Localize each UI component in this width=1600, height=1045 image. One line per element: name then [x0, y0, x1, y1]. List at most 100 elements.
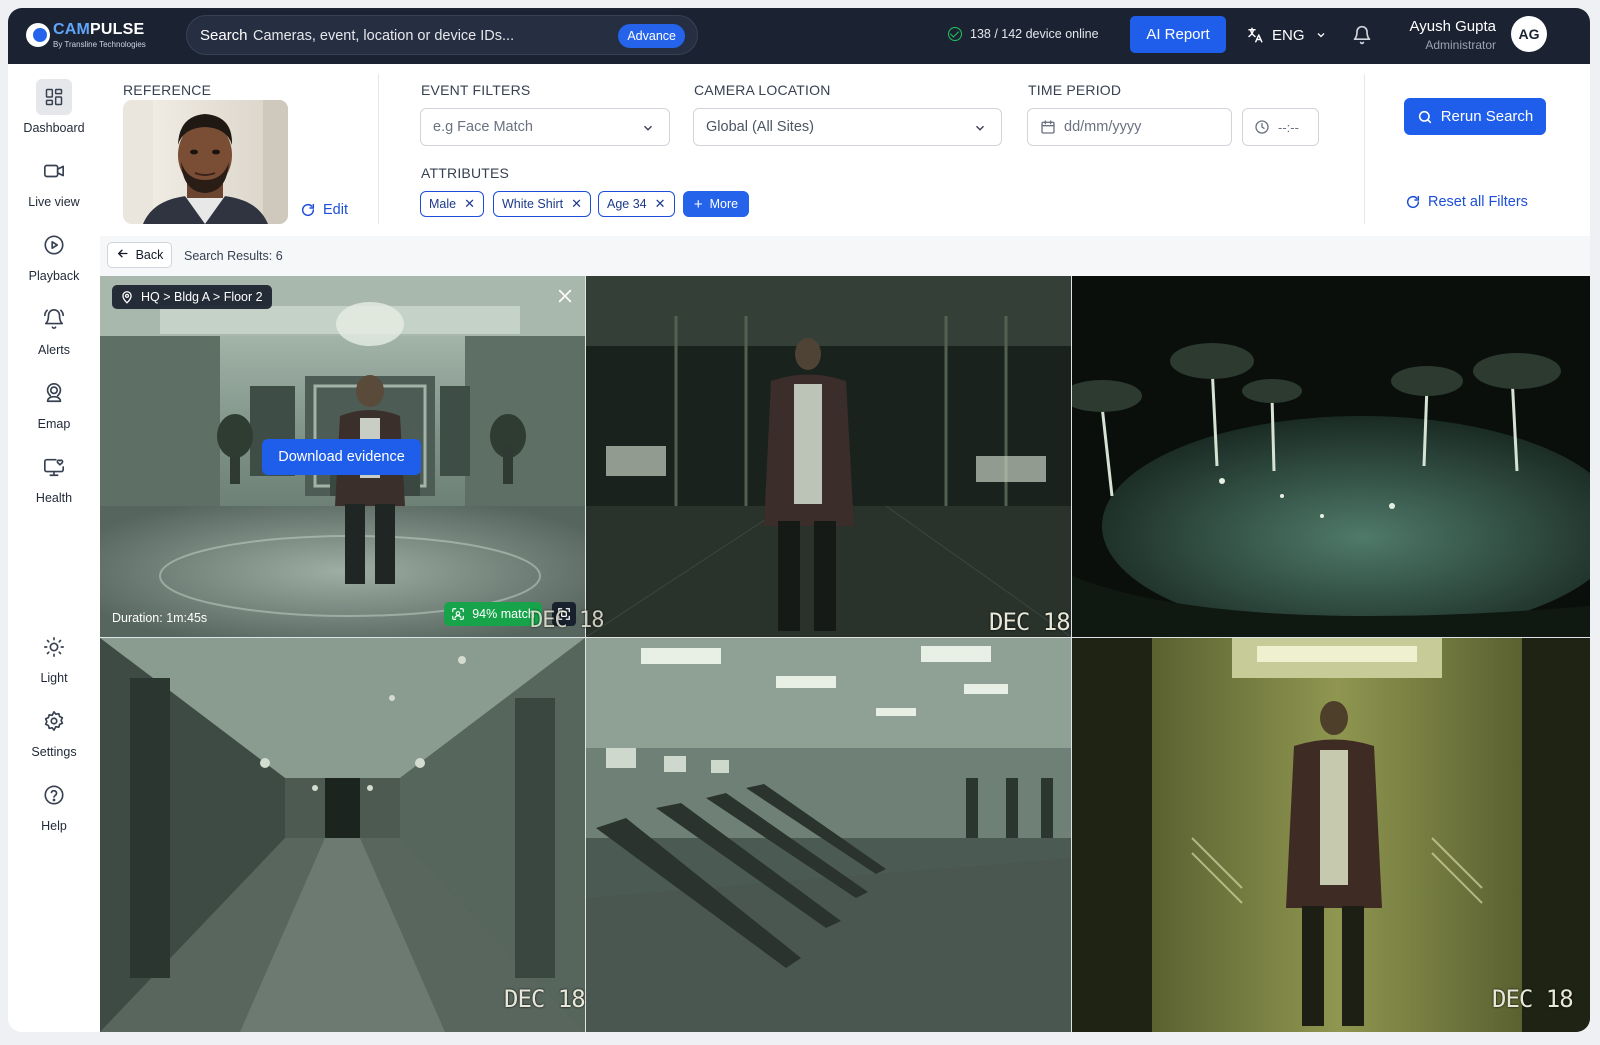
avatar[interactable]: AG — [1511, 16, 1547, 52]
plus-icon: + — [693, 195, 703, 213]
sidebar-item-light[interactable]: Light — [8, 629, 100, 685]
edit-reference-link[interactable]: Edit — [300, 202, 348, 218]
sidebar-item-label: Light — [40, 671, 68, 685]
sidebar-item-emap[interactable]: Emap — [8, 375, 100, 431]
user-role: Administrator — [1425, 38, 1496, 52]
results-bar: Back Search Results: 6 — [100, 236, 1590, 276]
date-stamp: DEC 18 — [989, 608, 1071, 636]
reference-label: REFERENCE — [123, 82, 212, 98]
chip-label: Male — [429, 197, 457, 211]
sidebar-item-label: Settings — [31, 745, 77, 759]
sun-icon — [36, 629, 72, 665]
more-attributes-button[interactable]: + More — [683, 191, 749, 217]
arrow-left-icon — [116, 247, 129, 263]
sidebar-item-playback[interactable]: Playback — [8, 227, 100, 283]
result-card[interactable]: DEC 18 — [100, 638, 585, 1032]
result-card[interactable]: HQ > Bldg A > Floor 2 Download evidence … — [100, 276, 585, 637]
sidebar-item-help[interactable]: Help — [8, 777, 100, 833]
chip-label: Age 34 — [607, 197, 647, 211]
sidebar: Dashboard Live view Playback Alerts Emap — [8, 64, 100, 1032]
search-icon — [1418, 110, 1431, 123]
gym-scene-image — [586, 638, 1071, 1032]
user-info[interactable]: Ayush Gupta Administrator — [1408, 18, 1496, 52]
close-icon[interactable] — [557, 288, 573, 304]
sidebar-item-label: Playback — [28, 269, 80, 283]
calendar-icon — [1041, 120, 1055, 134]
user-name: Ayush Gupta — [1409, 18, 1496, 35]
date-stamp: DEC 18 — [504, 985, 585, 1013]
device-status: 138 / 142 device online — [948, 27, 1099, 41]
restaurant-scene-image — [586, 276, 1071, 637]
camera-location-tag: HQ > Bldg A > Floor 2 — [112, 285, 272, 309]
language-label: ENG — [1272, 26, 1305, 44]
camera-location-text: HQ > Bldg A > Floor 2 — [141, 290, 263, 304]
remove-chip-icon[interactable]: ✕ — [571, 196, 582, 212]
event-filters-select[interactable]: e.g Face Match — [420, 108, 670, 146]
monitor-health-icon — [36, 449, 72, 485]
chevron-down-icon — [644, 125, 652, 131]
results-grid: HQ > Bldg A > Floor 2 Download evidence … — [100, 276, 1590, 1032]
download-evidence-button[interactable]: Download evidence — [262, 439, 421, 475]
time-input[interactable]: --:-- — [1242, 108, 1319, 146]
sidebar-item-live-view[interactable]: Live view — [8, 153, 100, 209]
sidebar-item-label: Alerts — [38, 343, 70, 357]
more-label: More — [709, 197, 739, 211]
corridor-scene-image — [100, 638, 585, 1032]
translate-icon — [1248, 27, 1263, 43]
search-label: Search — [200, 27, 248, 44]
date-stamp: DEC 18 — [1492, 985, 1574, 1013]
edit-label: Edit — [323, 202, 348, 218]
date-stamp: DEC 18 — [530, 608, 604, 633]
face-scan-icon — [452, 608, 465, 620]
time-placeholder: --:-- — [1278, 119, 1299, 135]
chevron-down-icon — [1317, 33, 1324, 38]
search-input[interactable] — [253, 25, 603, 47]
remove-chip-icon[interactable]: ✕ — [464, 196, 475, 212]
rerun-search-button[interactable]: Rerun Search — [1404, 98, 1546, 135]
bell-icon — [36, 301, 72, 337]
map-pin-icon — [122, 291, 132, 304]
global-search: Search Advance — [186, 15, 698, 55]
sidebar-item-label: Health — [35, 491, 73, 505]
help-circle-icon — [36, 777, 72, 813]
remove-chip-icon[interactable]: ✕ — [655, 196, 666, 212]
sidebar-item-health[interactable]: Health — [8, 449, 100, 505]
date-placeholder: dd/mm/yyyy — [1064, 119, 1142, 135]
divider — [378, 74, 379, 224]
sidebar-item-label: Help — [41, 819, 67, 833]
advance-search-button[interactable]: Advance — [618, 24, 685, 48]
reference-photo[interactable] — [123, 100, 288, 224]
ai-report-button[interactable]: AI Report — [1130, 16, 1226, 53]
match-text: 94% match — [472, 607, 535, 621]
attribute-chip-age: Age 34 ✕ — [598, 191, 675, 217]
attribute-chip-male: Male ✕ — [420, 191, 484, 217]
result-card[interactable]: DEC 18 — [1072, 638, 1590, 1032]
sidebar-item-label: Emap — [37, 417, 71, 431]
sidebar-item-alerts[interactable]: Alerts — [8, 301, 100, 357]
refresh-icon — [301, 203, 315, 217]
result-card[interactable]: DEC 18 — [586, 276, 1071, 637]
campulse-logo[interactable]: CAMPULSE By Transline Technologies — [26, 20, 156, 52]
sidebar-item-label: Dashboard — [23, 121, 85, 135]
sidebar-item-settings[interactable]: Settings — [8, 703, 100, 759]
brand-name: CAMPULSE — [53, 21, 145, 38]
date-input[interactable]: dd/mm/yyyy — [1027, 108, 1232, 146]
duration-text: Duration: 1m:45s — [112, 611, 208, 625]
camera-location-select[interactable]: Global (All Sites) — [693, 108, 1002, 146]
attributes-label: ATTRIBUTES — [421, 165, 510, 181]
back-label: Back — [135, 248, 164, 262]
elevator-scene-image — [1072, 638, 1590, 1032]
divider — [1364, 74, 1365, 224]
language-selector[interactable]: ENG — [1246, 26, 1335, 44]
sidebar-item-dashboard[interactable]: Dashboard — [8, 79, 100, 135]
brand-subtitle: By Transline Technologies — [53, 40, 146, 49]
rerun-label: Rerun Search — [1440, 108, 1534, 125]
back-button[interactable]: Back — [107, 242, 172, 268]
notifications-bell-icon[interactable] — [1352, 25, 1372, 50]
play-circle-icon — [36, 227, 72, 263]
check-circle-icon — [948, 27, 962, 41]
gear-icon — [36, 703, 72, 739]
result-card[interactable] — [1072, 276, 1590, 637]
reset-filters-link[interactable]: Reset all Filters — [1405, 194, 1528, 210]
result-card[interactable] — [586, 638, 1071, 1032]
